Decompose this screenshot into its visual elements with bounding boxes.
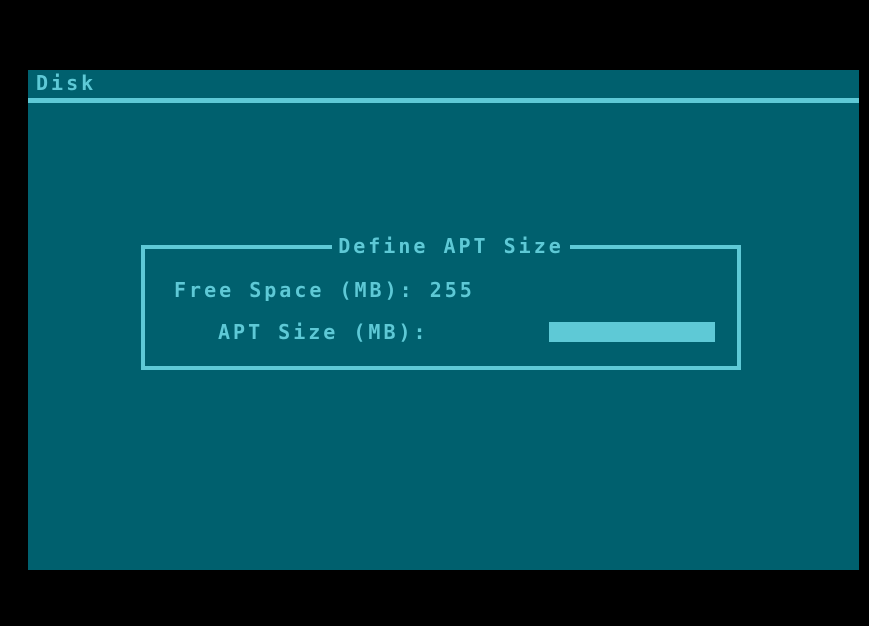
free-space-row: Free Space (MB): 255 — [174, 279, 475, 301]
apt-size-input[interactable] — [549, 322, 715, 342]
menu-title[interactable]: Disk — [36, 72, 96, 94]
dialog-title: Define APT Size — [332, 235, 570, 257]
free-space-value: 255 — [429, 278, 475, 302]
dialog-title-wrap: Define APT Size — [145, 235, 737, 257]
monitor-frame: Disk Define APT Size Free Space (MB): 25… — [0, 0, 869, 626]
free-space-label: Free Space (MB): — [174, 278, 415, 302]
screen: Disk Define APT Size Free Space (MB): 25… — [28, 70, 859, 570]
menu-divider — [28, 98, 859, 103]
define-apt-size-dialog: Define APT Size Free Space (MB): 255 APT… — [141, 235, 741, 370]
apt-size-label: APT Size (MB): — [218, 320, 429, 344]
